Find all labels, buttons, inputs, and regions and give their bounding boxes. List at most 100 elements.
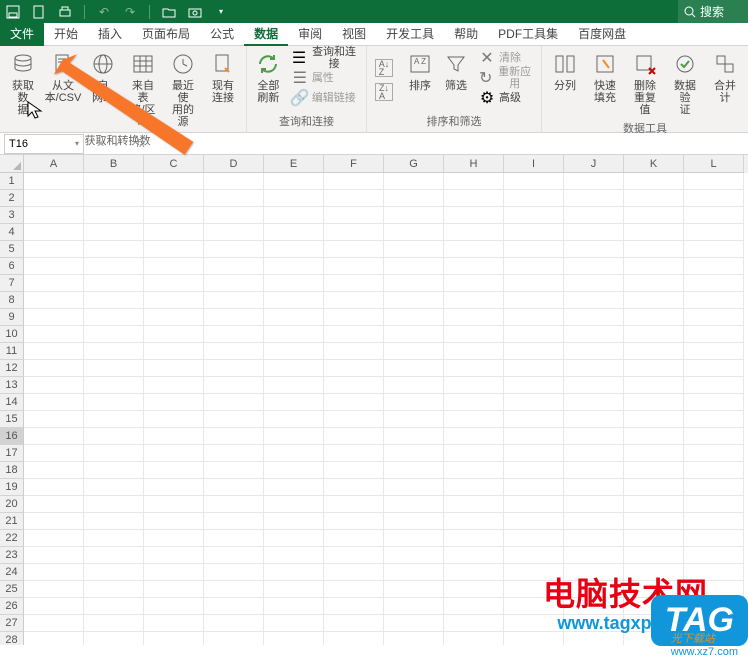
cell[interactable]: [144, 530, 204, 547]
cell[interactable]: [264, 394, 324, 411]
cell[interactable]: [24, 598, 84, 615]
qat-dropdown-icon[interactable]: ▾: [214, 5, 228, 19]
cell[interactable]: [144, 360, 204, 377]
cell[interactable]: [144, 309, 204, 326]
cell[interactable]: [84, 445, 144, 462]
cell[interactable]: [684, 275, 744, 292]
cell[interactable]: [444, 598, 504, 615]
cell[interactable]: [624, 377, 684, 394]
confirm-formula-icon[interactable]: ✓: [113, 137, 122, 150]
row-header[interactable]: 28: [0, 632, 24, 645]
cell[interactable]: [264, 292, 324, 309]
row-header[interactable]: 2: [0, 190, 24, 207]
row-header[interactable]: 15: [0, 411, 24, 428]
cell[interactable]: [564, 326, 624, 343]
cell[interactable]: [204, 224, 264, 241]
cell[interactable]: [204, 564, 264, 581]
cell[interactable]: [84, 190, 144, 207]
tab-pdf[interactable]: PDF工具集: [488, 23, 568, 46]
cell[interactable]: [144, 173, 204, 190]
cell[interactable]: [504, 496, 564, 513]
cell[interactable]: [84, 581, 144, 598]
cell[interactable]: [684, 462, 744, 479]
cell[interactable]: [324, 309, 384, 326]
cell[interactable]: [324, 581, 384, 598]
cell[interactable]: [324, 513, 384, 530]
cell[interactable]: [504, 360, 564, 377]
cell[interactable]: [384, 632, 444, 645]
cell[interactable]: [84, 224, 144, 241]
cell[interactable]: [204, 547, 264, 564]
cell[interactable]: [384, 445, 444, 462]
cell[interactable]: [264, 598, 324, 615]
cell[interactable]: [144, 326, 204, 343]
row-header[interactable]: 5: [0, 241, 24, 258]
cell[interactable]: [384, 428, 444, 445]
from-web-button[interactable]: 自 网站: [84, 48, 122, 130]
cell[interactable]: [384, 581, 444, 598]
cell[interactable]: [24, 309, 84, 326]
row-header[interactable]: 3: [0, 207, 24, 224]
sort-az-button[interactable]: A↓Z: [371, 58, 401, 78]
cell[interactable]: [684, 496, 744, 513]
cell[interactable]: [264, 309, 324, 326]
cell[interactable]: [24, 377, 84, 394]
tab-view[interactable]: 视图: [332, 23, 376, 46]
cell[interactable]: [84, 496, 144, 513]
cell[interactable]: [444, 547, 504, 564]
cell[interactable]: [144, 513, 204, 530]
cell[interactable]: [564, 343, 624, 360]
cell[interactable]: [84, 615, 144, 632]
cell[interactable]: [24, 496, 84, 513]
cell[interactable]: [564, 411, 624, 428]
cell[interactable]: [564, 275, 624, 292]
redo-icon[interactable]: ↷: [123, 5, 137, 19]
cell[interactable]: [504, 394, 564, 411]
cell[interactable]: [204, 394, 264, 411]
cell[interactable]: [444, 581, 504, 598]
cell[interactable]: [324, 428, 384, 445]
cell[interactable]: [444, 564, 504, 581]
tab-layout[interactable]: 页面布局: [132, 23, 200, 46]
cell[interactable]: [384, 275, 444, 292]
cell[interactable]: [444, 530, 504, 547]
cell[interactable]: [444, 309, 504, 326]
cell[interactable]: [144, 479, 204, 496]
cell[interactable]: [84, 207, 144, 224]
cell[interactable]: [684, 428, 744, 445]
cell[interactable]: [624, 530, 684, 547]
cell[interactable]: [684, 394, 744, 411]
cell[interactable]: [624, 207, 684, 224]
cell[interactable]: [444, 394, 504, 411]
row-header[interactable]: 11: [0, 343, 24, 360]
cell[interactable]: [564, 496, 624, 513]
cell[interactable]: [24, 394, 84, 411]
from-csv-button[interactable]: 从文 本/CSV: [44, 48, 82, 130]
cell[interactable]: [504, 326, 564, 343]
cell[interactable]: [384, 564, 444, 581]
cell[interactable]: [24, 275, 84, 292]
cell[interactable]: [384, 309, 444, 326]
cell[interactable]: [264, 547, 324, 564]
col-header-F[interactable]: F: [324, 155, 384, 173]
cell[interactable]: [444, 326, 504, 343]
cell[interactable]: [384, 241, 444, 258]
cell[interactable]: [144, 445, 204, 462]
remove-dup-button[interactable]: 删除 重复值: [626, 48, 664, 118]
cell[interactable]: [384, 207, 444, 224]
camera-icon[interactable]: [188, 5, 202, 19]
row-header[interactable]: 14: [0, 394, 24, 411]
tab-home[interactable]: 开始: [44, 23, 88, 46]
cell[interactable]: [684, 241, 744, 258]
cell[interactable]: [264, 190, 324, 207]
cell[interactable]: [204, 428, 264, 445]
cell[interactable]: [144, 258, 204, 275]
cell[interactable]: [444, 190, 504, 207]
clear-filter-button[interactable]: ✕清除: [475, 48, 537, 68]
cell[interactable]: [444, 241, 504, 258]
flash-fill-button[interactable]: 快速填充: [586, 48, 624, 118]
cell[interactable]: [504, 258, 564, 275]
sort-button[interactable]: A Z 排序: [403, 48, 437, 111]
cell[interactable]: [624, 462, 684, 479]
cell[interactable]: [204, 462, 264, 479]
